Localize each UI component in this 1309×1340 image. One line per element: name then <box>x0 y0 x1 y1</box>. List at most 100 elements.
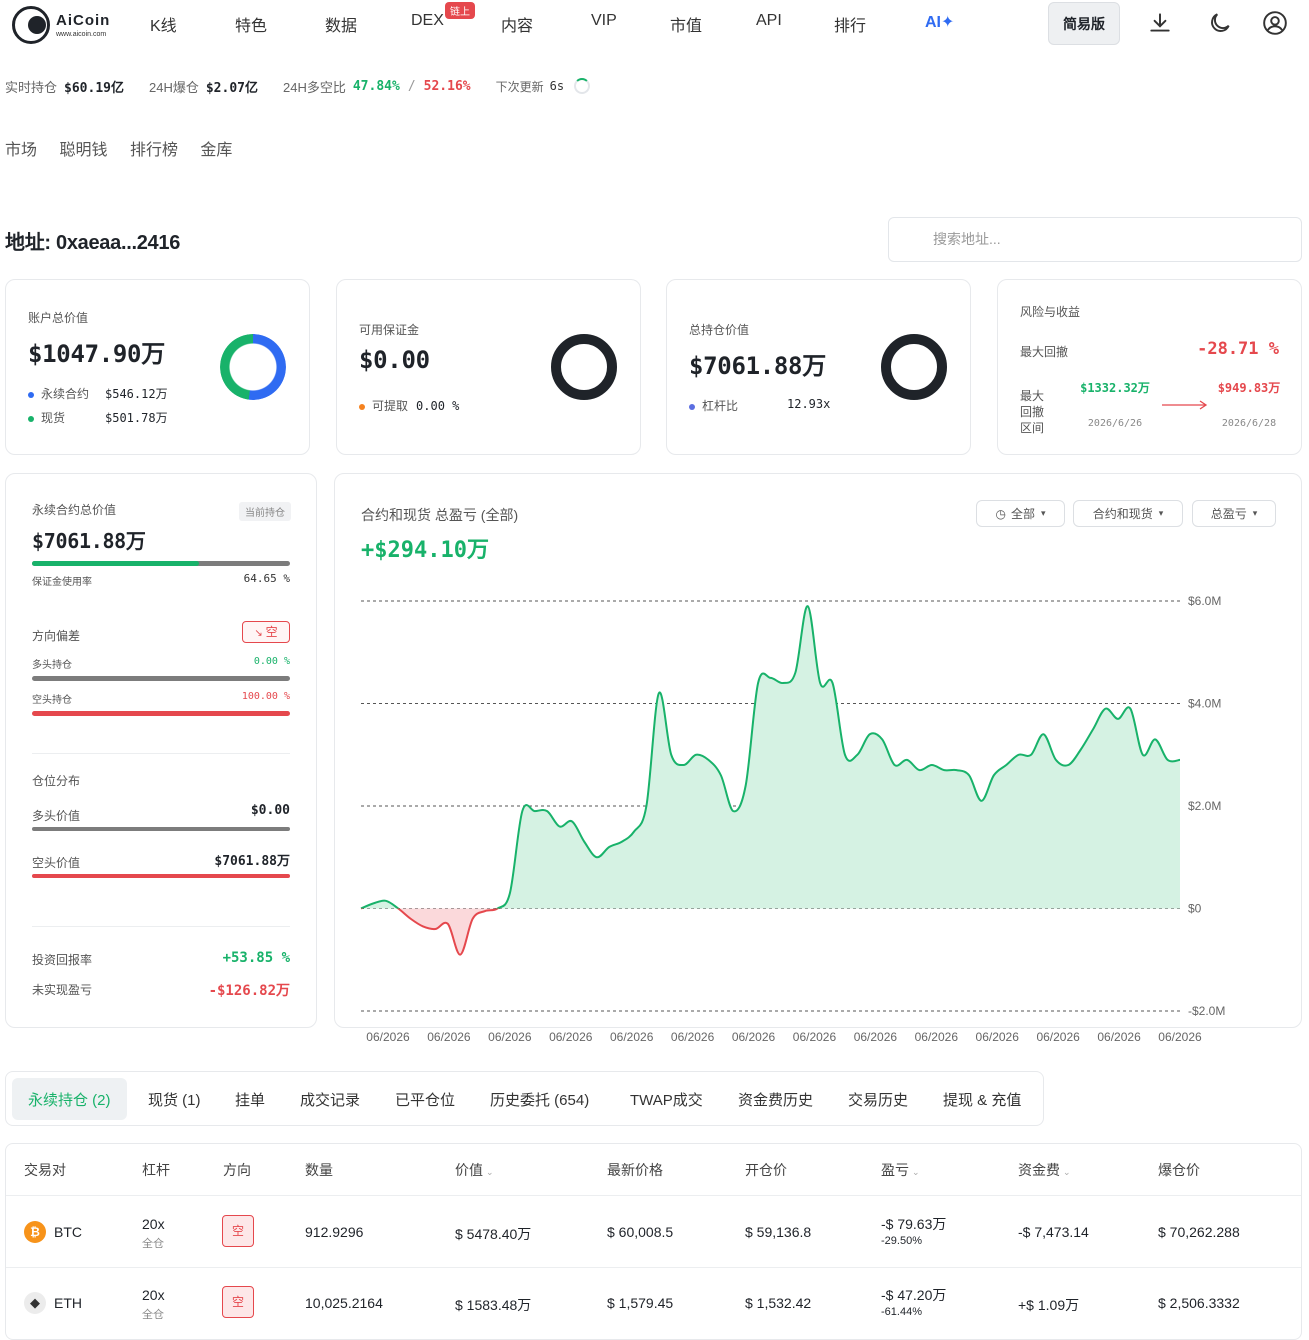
position-value: $7061.88万 <box>689 352 826 380</box>
asset-scope-select[interactable]: 合约和现货 ▾ <box>1073 500 1183 527</box>
tab-open-orders[interactable]: 挂单 <box>219 1078 281 1120</box>
data-point <box>968 774 970 776</box>
positions-table: 交易对 杠杆 方向 数量 价值 ⌄ 最新价格 开仓价 盈亏 ⌄ 资金费 ⌄ 爆仓价 ₿… <box>5 1143 1302 1340</box>
nav-ai[interactable]: AI✦ <box>925 12 954 32</box>
data-point <box>1142 754 1144 756</box>
risk-title: 风险与收益 <box>1020 305 1081 319</box>
data-point <box>807 605 809 607</box>
download-icon[interactable] <box>1147 10 1173 36</box>
data-point <box>1092 728 1094 730</box>
x-tick-label: 06/2026 <box>793 1030 837 1044</box>
address-title: 地址: 0xaeaa...2416 <box>5 232 181 254</box>
row-direction-badge: 空 <box>222 1215 254 1247</box>
aicoin-logo[interactable]: AiCoin www.aicoin.com <box>12 4 124 44</box>
nav-kline[interactable]: K线 <box>150 12 177 36</box>
simple-mode-button[interactable]: 简易版 <box>1048 2 1120 45</box>
tab-spot[interactable]: 现货 (1) <box>132 1078 217 1120</box>
subnav-vault[interactable]: 金库 <box>200 142 232 159</box>
col-direction: 方向 <box>223 1162 251 1178</box>
row-pnl-percent: -29.50% <box>881 1235 922 1247</box>
col-pnl-text: 盈亏 <box>881 1162 909 1178</box>
chevron-down-icon: ▾ <box>1158 508 1164 518</box>
moon-icon[interactable] <box>1207 10 1233 36</box>
nav-api[interactable]: API <box>756 12 782 30</box>
long-value-bar <box>32 827 290 831</box>
row-funding: +$ 1.09万 <box>1018 1297 1080 1313</box>
data-point <box>621 841 623 843</box>
subnav-smart-money[interactable]: 聪明钱 <box>59 142 107 159</box>
position-donut-chart <box>881 334 947 400</box>
data-point <box>757 682 759 684</box>
current-position-tag: 当前持仓 <box>239 502 291 521</box>
data-point <box>1129 708 1131 710</box>
data-point <box>1030 754 1032 756</box>
stat-ratio-long: 47.84% <box>352 78 400 94</box>
header-divider <box>6 1195 1301 1196</box>
nav-vip[interactable]: VIP <box>591 12 617 30</box>
user-icon[interactable] <box>1262 10 1288 36</box>
tab-closed-positions[interactable]: 已平仓位 <box>379 1078 471 1120</box>
x-tick-label: 06/2026 <box>488 1030 532 1044</box>
tab-trade-history[interactable]: 交易历史 <box>832 1078 924 1120</box>
drawdown-to-value: $949.83万 <box>1217 381 1281 395</box>
bias-short-tag: ↘ 空 <box>242 621 290 643</box>
col-value[interactable]: 价值 ⌄ <box>455 1160 494 1180</box>
short-value-label: 空头价值 <box>32 856 81 870</box>
stat-next-label: 下次更新 <box>495 79 544 94</box>
data-point <box>484 910 486 912</box>
nav-ranking[interactable]: 排行 <box>834 12 866 36</box>
time-range-select[interactable]: ◷ 全部 ▾ <box>976 500 1065 527</box>
data-point <box>1055 759 1057 761</box>
sort-icon: ⌄ <box>1063 1167 1071 1177</box>
row-funding: -$ 7,473.14 <box>1018 1224 1089 1240</box>
subnav-leaderboard[interactable]: 排行榜 <box>130 142 178 159</box>
tab-funding-history[interactable]: 资金费历史 <box>722 1078 829 1120</box>
drawdown-range-label: 最大回撤区间 <box>1020 389 1045 435</box>
row-margin-mode: 全仓 <box>142 1238 164 1250</box>
nav-data[interactable]: 数据 <box>325 12 357 36</box>
short-position-label: 空头持仓 <box>32 695 72 706</box>
row-pair: BTC <box>54 1224 82 1240</box>
account-perp-value: $546.12万 <box>105 387 168 401</box>
nav-features[interactable]: 特色 <box>235 12 267 36</box>
data-point <box>707 759 709 761</box>
data-point <box>372 902 374 904</box>
tab-twap[interactable]: TWAP成交 <box>614 1078 719 1120</box>
nav-market-cap[interactable]: 市值 <box>670 12 702 36</box>
short-position-bar <box>32 711 290 716</box>
subnav-market[interactable]: 市场 <box>5 142 37 159</box>
perp-summary-panel: 永续合约总价值 当前持仓 $7061.88万 保证金使用率 64.65 % 方向… <box>5 473 317 1028</box>
data-point <box>608 846 610 848</box>
nav-dex[interactable]: DEX <box>411 12 444 30</box>
nav-content[interactable]: 内容 <box>501 12 533 36</box>
row-leverage: 20x <box>142 1216 165 1232</box>
tab-perp-positions[interactable]: 永续持仓 (2) <box>12 1078 127 1120</box>
sub-nav: 市场 聪明钱 排行榜 金库 <box>5 136 250 160</box>
tab-trades[interactable]: 成交记录 <box>284 1078 376 1120</box>
row-last-price: $ 60,008.5 <box>607 1224 674 1240</box>
metric-select[interactable]: 总盈亏 ▾ <box>1192 500 1276 527</box>
account-donut-chart <box>220 334 286 400</box>
margin-usage-label: 保证金使用率 <box>32 577 92 588</box>
refresh-spinner-icon <box>574 78 591 94</box>
data-point <box>422 925 424 927</box>
long-position-value: 0.00 % <box>253 656 290 667</box>
leverage-label: 杠杆比 <box>702 399 739 413</box>
tab-order-history[interactable]: 历史委托 (654) <box>474 1078 605 1120</box>
address-search-input[interactable]: 搜索地址... <box>888 217 1302 262</box>
col-funding[interactable]: 资金费 ⌄ <box>1018 1160 1071 1180</box>
data-point <box>770 677 772 679</box>
row-pnl: -$ 47.20万 <box>881 1287 947 1303</box>
col-funding-text: 资金费 <box>1018 1162 1060 1178</box>
data-point <box>906 759 908 761</box>
withdrawable-label: 可提取 <box>372 399 409 413</box>
top-nav: AiCoin www.aicoin.com K线 特色 数据 DEX 链上 内容… <box>0 0 1309 48</box>
data-point <box>434 928 436 930</box>
row-pair: ETH <box>54 1295 82 1311</box>
stat-liq-value: $2.07亿 <box>205 80 258 96</box>
data-point <box>447 923 449 925</box>
stat-holdings-label: 实时持仓 <box>5 79 58 95</box>
tab-deposits-withdrawals[interactable]: 提现 & 充值 <box>927 1078 1037 1120</box>
col-pnl[interactable]: 盈亏 ⌄ <box>881 1160 920 1180</box>
x-tick-label: 06/2026 <box>366 1030 410 1044</box>
